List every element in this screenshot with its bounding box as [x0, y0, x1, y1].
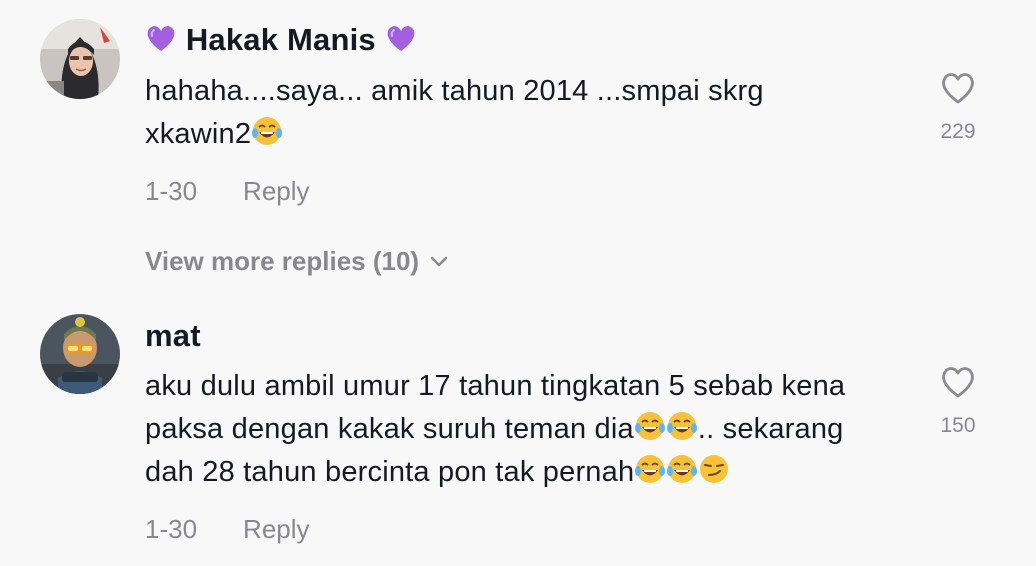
- comment-meta: 1-30 Reply: [145, 176, 310, 207]
- comment-text-line: hahaha....saya... amik tahun 2014 ...smp…: [145, 75, 764, 107]
- chevron-down-icon: [430, 256, 448, 267]
- heart-outline-icon[interactable]: [939, 70, 977, 106]
- smirk-emoji-icon: [698, 455, 730, 488]
- purple-heart-emoji-icon: [145, 22, 186, 57]
- like-control: 229: [930, 70, 986, 144]
- comment-username[interactable]: Hakak Manis: [145, 22, 417, 58]
- like-count: 150: [940, 414, 976, 437]
- reply-button[interactable]: Reply: [243, 176, 309, 206]
- comment-text-fragment: .. sekarang: [697, 413, 844, 445]
- like-count: 229: [940, 120, 976, 143]
- comment-text-line: paksa dengan kakak suruh teman dia .. sek…: [145, 408, 905, 451]
- view-more-replies-label: View more replies (10): [145, 246, 420, 276]
- avatar[interactable]: [40, 19, 120, 99]
- comment-text-line: aku dulu ambil umur 17 tahun tingkatan 5…: [145, 370, 846, 402]
- heart-outline-icon[interactable]: [939, 364, 977, 400]
- comment-text: hahaha....saya... amik tahun 2014 ...smp…: [145, 70, 905, 156]
- laugh-emoji-icon: [634, 412, 666, 445]
- comment-text-line: xkawin2: [145, 113, 905, 156]
- comment-date: 1-30: [145, 176, 198, 206]
- laugh-emoji-icon: [634, 455, 666, 488]
- view-more-replies-button[interactable]: View more replies (10): [145, 246, 449, 277]
- avatar-hijab-woman-icon: [40, 19, 120, 99]
- avatar-game-character-icon: [40, 314, 120, 394]
- comment-text-fragment: paksa dengan kakak suruh teman dia: [145, 413, 634, 445]
- username-text: Hakak Manis: [185, 22, 376, 57]
- comment-text: aku dulu ambil umur 17 tahun tingkatan 5…: [145, 365, 905, 494]
- laugh-emoji-icon: [666, 412, 698, 445]
- comment-date: 1-30: [145, 514, 198, 544]
- avatar[interactable]: [40, 314, 120, 394]
- comment-meta: 1-30 Reply: [145, 514, 310, 545]
- comment-username[interactable]: mat: [145, 318, 201, 354]
- comment-text-fragment: dah 28 tahun bercinta pon tak pernah: [145, 456, 635, 488]
- like-control: 150: [930, 364, 986, 438]
- laugh-emoji-icon: [666, 455, 698, 488]
- laugh-emoji-icon: [251, 117, 283, 150]
- comment-text-fragment: xkawin2: [145, 118, 252, 150]
- purple-heart-emoji-icon: [376, 22, 417, 57]
- reply-button[interactable]: Reply: [243, 514, 309, 544]
- comment-text-line: dah 28 tahun bercinta pon tak pernah: [145, 451, 905, 494]
